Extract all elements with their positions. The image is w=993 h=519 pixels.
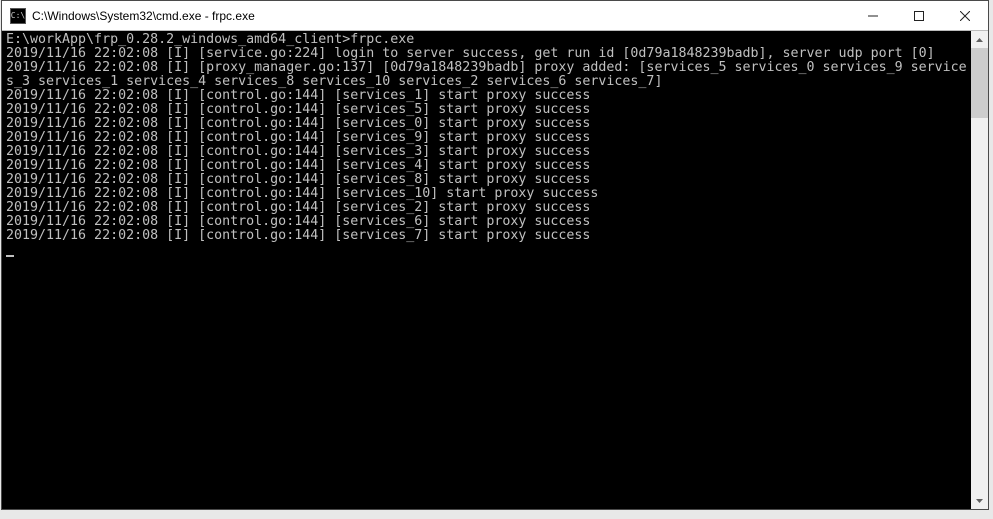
console-output: E:\workApp\frp_0.28.2_windows_amd64_clie…	[2, 31, 971, 509]
cursor	[6, 255, 14, 257]
console-line: 2019/11/16 22:02:08 [I] [control.go:144]…	[6, 200, 590, 215]
console-line: 2019/11/16 22:02:08 [I] [control.go:144]…	[6, 102, 590, 117]
vertical-scrollbar[interactable]	[971, 31, 988, 509]
console-line: 2019/11/16 22:02:08 [I] [control.go:144]…	[6, 186, 598, 201]
console-line: 2019/11/16 22:02:08 [I] [control.go:144]…	[6, 144, 590, 159]
minimize-button[interactable]	[850, 1, 896, 30]
cmd-icon: C:\	[10, 8, 26, 24]
console-area[interactable]: E:\workApp\frp_0.28.2_windows_amd64_clie…	[2, 31, 988, 509]
console-line: 2019/11/16 22:02:08 [I] [control.go:144]…	[6, 158, 590, 173]
maximize-button[interactable]	[896, 1, 942, 30]
console-line: 2019/11/16 22:02:08 [I] [control.go:144]…	[6, 172, 590, 187]
close-button[interactable]	[942, 1, 988, 30]
console-line: E:\workApp\frp_0.28.2_windows_amd64_clie…	[6, 32, 414, 47]
window-title: C:\Windows\System32\cmd.exe - frpc.exe	[32, 9, 850, 23]
console-line: 2019/11/16 22:02:08 [I] [control.go:144]…	[6, 214, 590, 229]
console-line: 2019/11/16 22:02:08 [I] [control.go:144]…	[6, 88, 590, 103]
scroll-down-button[interactable]	[971, 492, 988, 509]
cmd-window: C:\ C:\Windows\System32\cmd.exe - frpc.e…	[1, 0, 989, 510]
scroll-up-button[interactable]	[971, 31, 988, 48]
cmd-icon-label: C:\	[11, 12, 25, 20]
scroll-track[interactable]	[971, 48, 988, 492]
console-line: 2019/11/16 22:02:08 [I] [service.go:224]…	[6, 46, 935, 61]
console-line: 2019/11/16 22:02:08 [I] [proxy_manager.g…	[6, 60, 967, 89]
window-controls	[850, 1, 988, 30]
console-line: 2019/11/16 22:02:08 [I] [control.go:144]…	[6, 116, 590, 131]
titlebar[interactable]: C:\ C:\Windows\System32\cmd.exe - frpc.e…	[2, 1, 988, 31]
console-line: 2019/11/16 22:02:08 [I] [control.go:144]…	[6, 130, 590, 145]
scroll-thumb[interactable]	[971, 48, 988, 118]
console-line: 2019/11/16 22:02:08 [I] [control.go:144]…	[6, 228, 590, 243]
